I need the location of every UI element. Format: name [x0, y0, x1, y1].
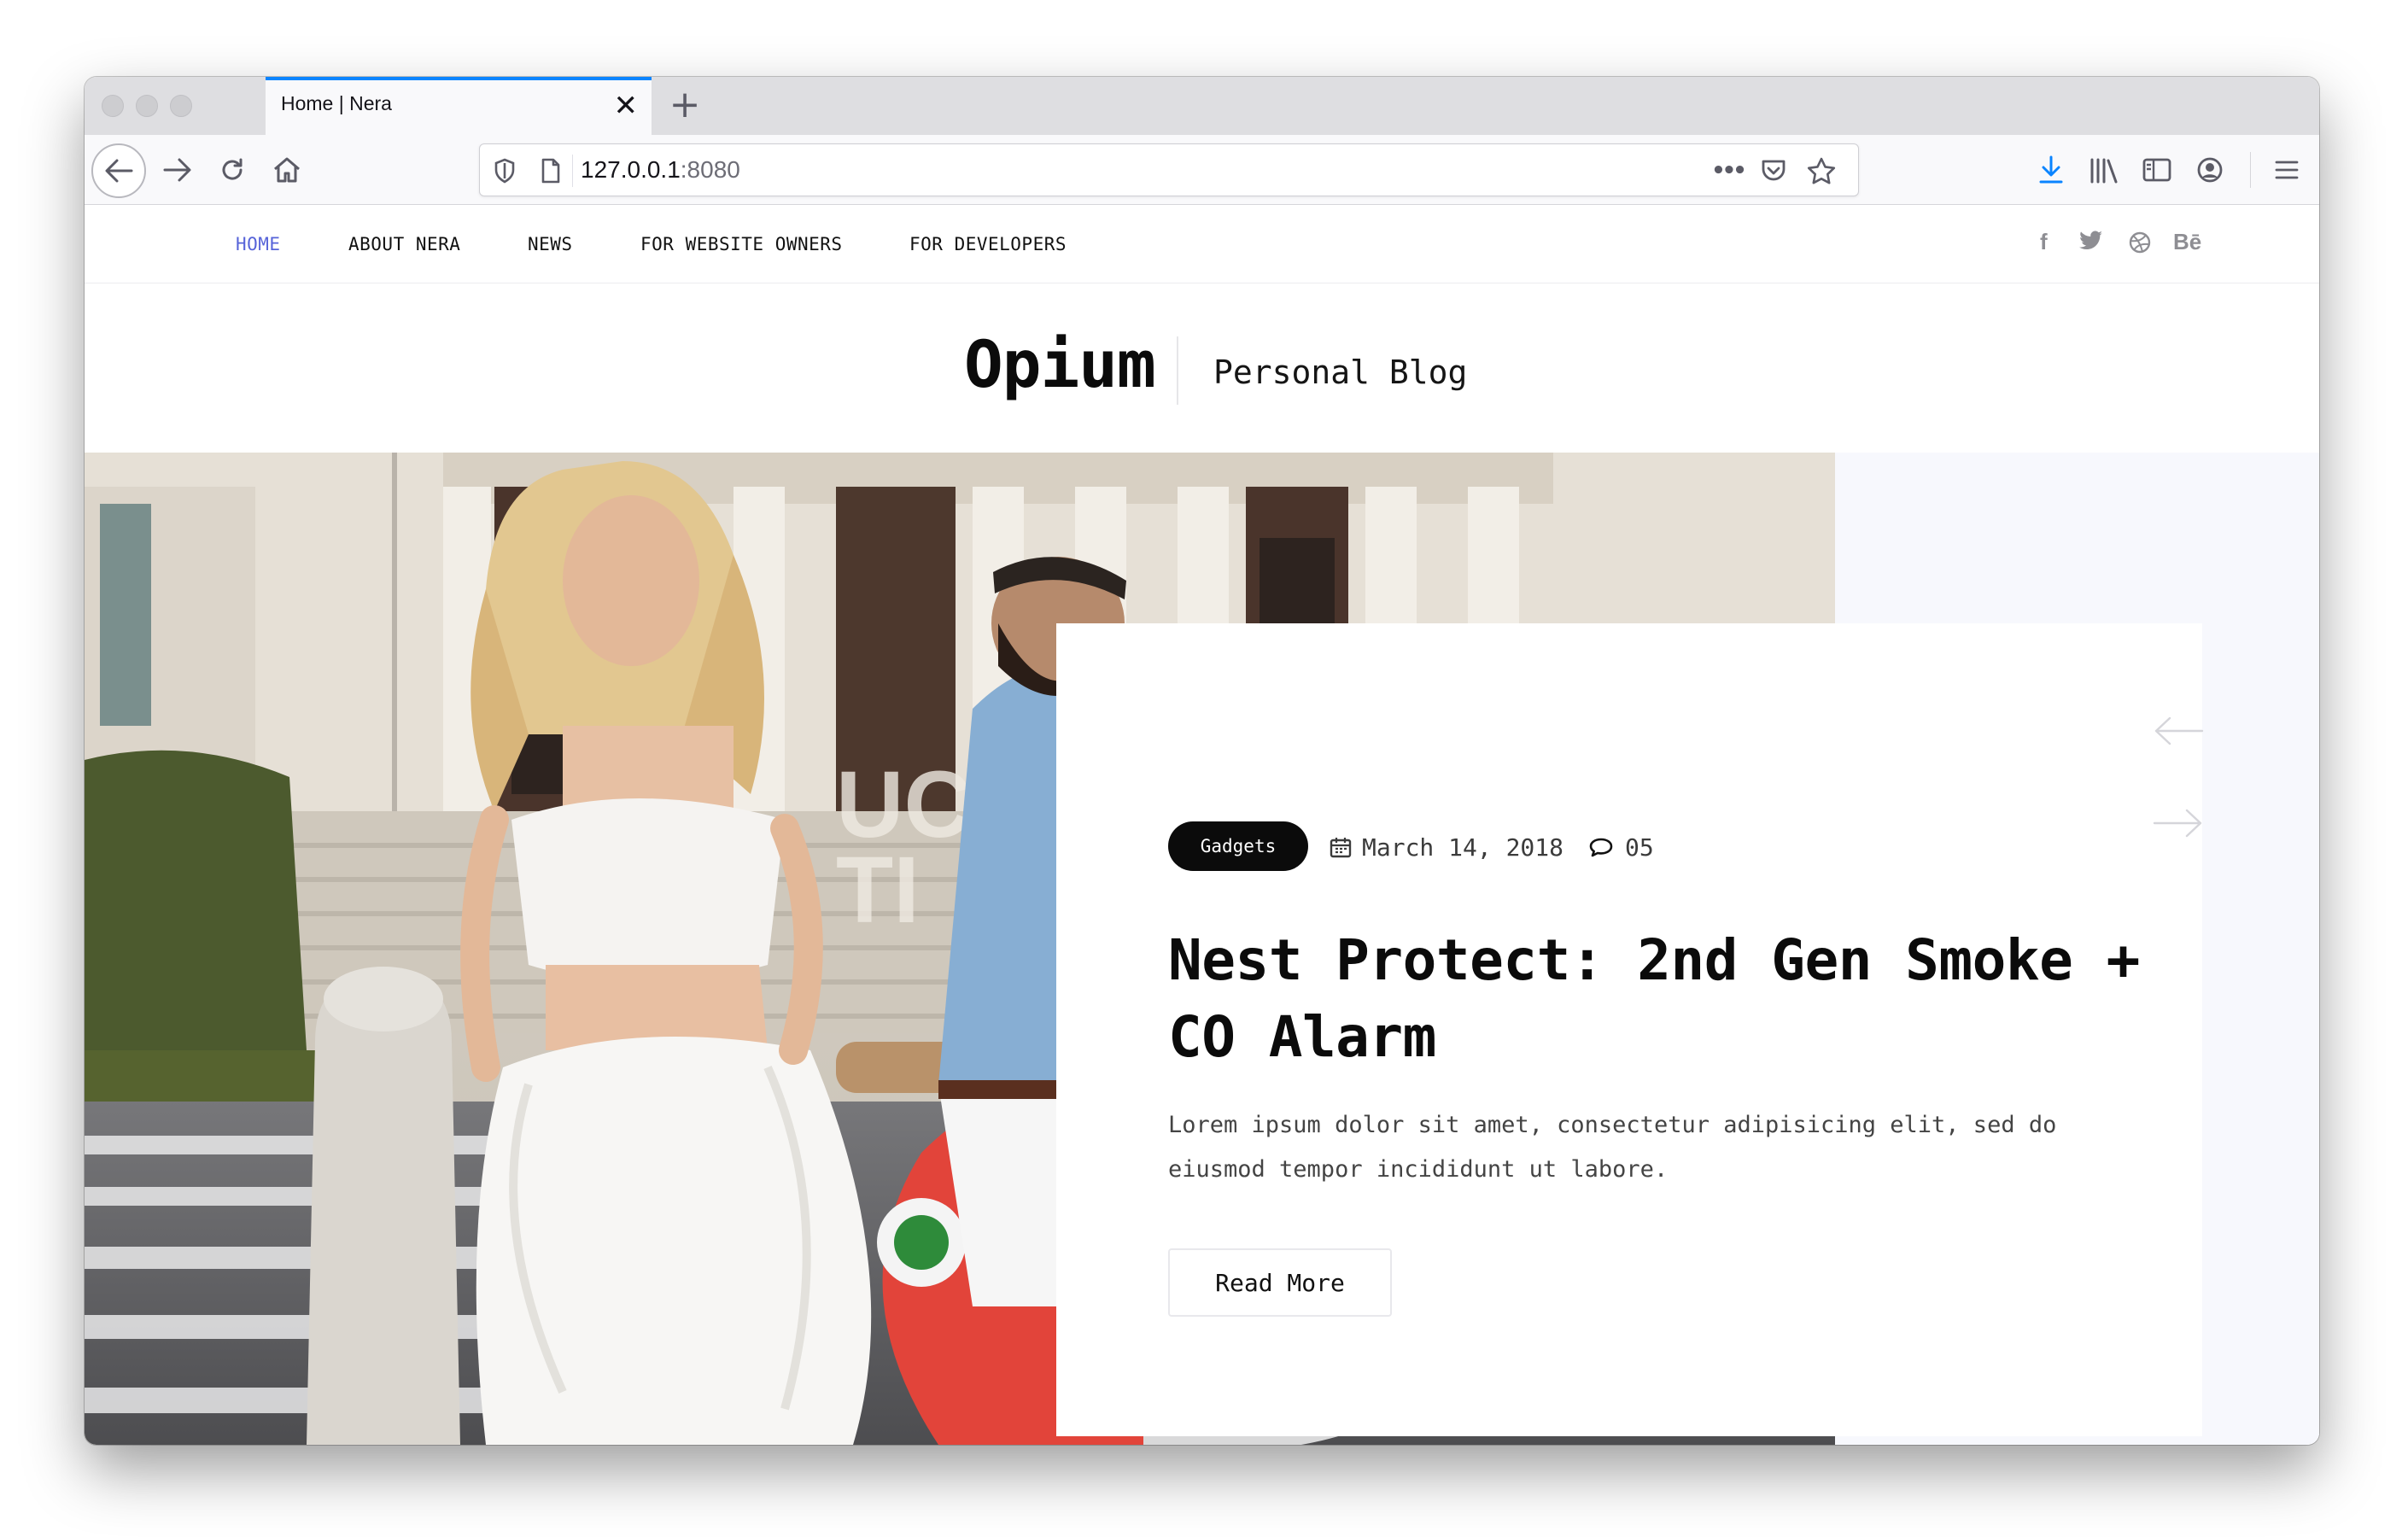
web-page: HOME ABOUT NERA NEWS FOR WEBSITE OWNERS …	[85, 205, 2319, 1445]
url-port: :8080	[680, 156, 740, 183]
account-icon	[2197, 157, 2223, 183]
back-button[interactable]	[91, 143, 146, 198]
account-button[interactable]	[2185, 145, 2235, 195]
downloads-button[interactable]	[2026, 145, 2076, 195]
page-icon	[535, 155, 567, 187]
post-excerpt: Lorem ipsum dolor sit amet, consectetur …	[1168, 1112, 2057, 1183]
featured-post-card: Gadgets March 14, 2018 05 Nest Protect: …	[1056, 623, 2202, 1436]
zoom-window-button[interactable]	[170, 95, 192, 117]
new-tab-button[interactable]: +	[662, 82, 708, 128]
home-icon	[274, 157, 300, 183]
library-icon	[2090, 158, 2118, 184]
site-navigation: HOME ABOUT NERA NEWS FOR WEBSITE OWNERS …	[85, 205, 2319, 283]
calendar-icon	[1330, 838, 1352, 858]
sidebar-button[interactable]	[2132, 145, 2182, 195]
forward-button[interactable]	[151, 143, 204, 196]
site-logo[interactable]: Opium	[964, 326, 1156, 402]
site-tagline: Personal Blog	[1213, 354, 1468, 391]
brand-separator	[1177, 336, 1178, 405]
tab-title: Home | Nera	[281, 92, 392, 114]
menu-button[interactable]	[2262, 145, 2312, 195]
read-more-button[interactable]: Read More	[1168, 1248, 1392, 1317]
comments-icon	[1589, 838, 1613, 857]
site-branding: Opium Personal Blog	[85, 283, 2319, 453]
pocket-icon[interactable]	[1757, 155, 1790, 187]
browser-toolbar: 127.0.0.1:8080 •••	[85, 135, 2319, 205]
slider-next-button[interactable]	[2151, 806, 2206, 840]
url-separator	[572, 155, 573, 187]
reload-icon	[222, 158, 243, 180]
post-meta: March 14, 2018 05	[1330, 832, 1654, 862]
close-tab-icon[interactable]: ✕	[614, 89, 639, 123]
facebook-icon[interactable]: f	[2040, 229, 2048, 255]
nav-item-home[interactable]: HOME	[236, 234, 281, 254]
twitter-icon[interactable]	[2079, 231, 2103, 257]
back-arrow-icon	[105, 159, 133, 183]
svg-text:TI: TI	[836, 838, 920, 943]
forward-arrow-icon	[163, 158, 191, 182]
dribbble-icon[interactable]	[2129, 231, 2151, 260]
slider-prev-button[interactable]	[2151, 714, 2206, 748]
arrow-right-icon	[2153, 809, 2202, 838]
hamburger-icon	[2275, 161, 2299, 179]
post-date: March 14, 2018	[1362, 833, 1564, 862]
shield-icon[interactable]	[488, 155, 521, 187]
behance-icon[interactable]: Bē	[2173, 229, 2201, 255]
url-text[interactable]: 127.0.0.1:8080	[581, 156, 740, 184]
arrow-left-icon	[2154, 716, 2204, 745]
category-badge[interactable]: Gadgets	[1168, 821, 1308, 871]
featured-slider: UC TI Gadgets March 14, 2018 05 Nest Pro…	[85, 453, 2319, 1445]
home-button[interactable]	[260, 143, 313, 196]
page-actions-icon[interactable]: •••	[1711, 155, 1747, 187]
nav-item-about-nera[interactable]: ABOUT NERA	[348, 234, 460, 254]
download-icon	[2039, 155, 2063, 184]
close-window-button[interactable]	[102, 95, 124, 117]
address-bar[interactable]: 127.0.0.1:8080 •••	[479, 143, 1859, 196]
bookmark-star-icon[interactable]	[1805, 155, 1838, 187]
browser-window: Home | Nera ✕ + 127.0.0.1:8080 ••• HOME …	[85, 77, 2319, 1445]
sidebar-icon	[2142, 158, 2171, 182]
library-button[interactable]	[2079, 145, 2129, 195]
post-title[interactable]: Nest Protect: 2nd Gen Smoke + CO Alarm	[1168, 922, 2142, 1076]
minimize-window-button[interactable]	[136, 95, 158, 117]
tab-strip: Home | Nera ✕ +	[85, 77, 2319, 135]
comment-count[interactable]: 05	[1625, 833, 1654, 862]
nav-item-news[interactable]: NEWS	[528, 234, 573, 254]
url-host: 127.0.0.1	[581, 156, 681, 183]
tab-home[interactable]: Home | Nera ✕	[266, 77, 652, 135]
reload-button[interactable]	[206, 143, 259, 196]
nav-item-for-developers[interactable]: FOR DEVELOPERS	[909, 234, 1067, 254]
nav-item-for-website-owners[interactable]: FOR WEBSITE OWNERS	[640, 234, 843, 254]
toolbar-separator	[2250, 152, 2251, 188]
